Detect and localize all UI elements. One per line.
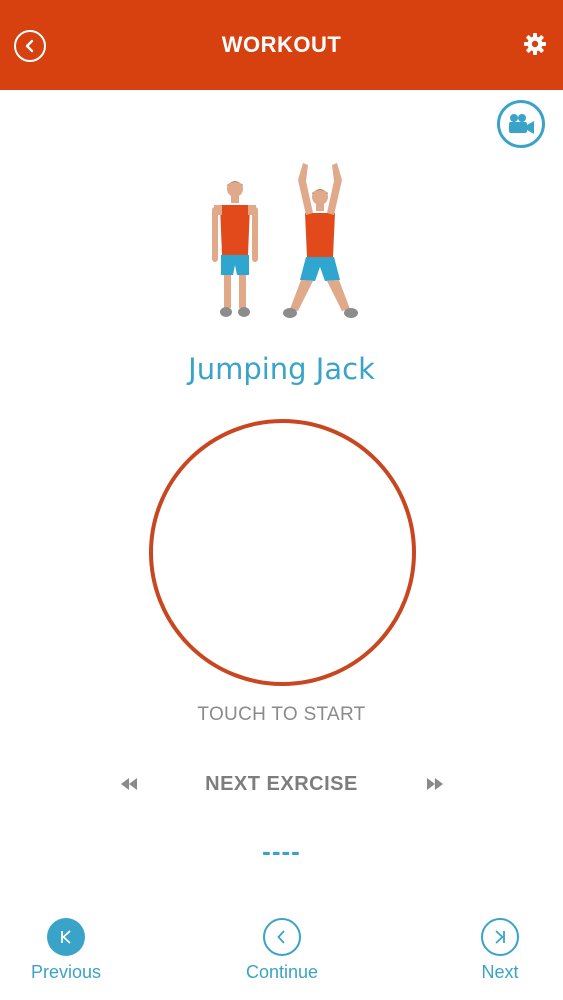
video-button[interactable] xyxy=(497,100,545,148)
exercise-illustration xyxy=(200,155,365,325)
video-camera-icon xyxy=(509,114,534,134)
next-exercise-row: NEXT EXRCISE xyxy=(0,770,563,800)
gear-icon xyxy=(524,33,546,55)
next-exercise-value: ---- xyxy=(262,836,301,866)
next-button[interactable]: Next xyxy=(440,918,560,983)
skip-forward-icon xyxy=(495,930,505,944)
touch-to-start-label: TOUCH TO START xyxy=(197,704,366,725)
exercise-name: Jumping Jack xyxy=(188,352,375,386)
continue-label: Continue xyxy=(245,962,319,982)
settings-button[interactable] xyxy=(523,32,547,56)
next-exercise-title: NEXT EXRCISE xyxy=(205,773,358,795)
fast-forward-button[interactable] xyxy=(426,776,444,792)
nav-icon-continue xyxy=(263,918,301,956)
start-circle-button[interactable] xyxy=(149,419,416,686)
skip-back-icon xyxy=(61,930,71,944)
page-title: WORKOUT xyxy=(221,32,342,57)
previous-button[interactable]: Previous xyxy=(6,918,126,983)
nav-icon-next xyxy=(481,918,519,956)
chevron-left-icon xyxy=(277,930,285,944)
continue-button[interactable]: Continue xyxy=(222,918,342,983)
bottom-navigation: Previous Continue Next xyxy=(0,918,563,988)
jumping-jack-figures xyxy=(212,163,358,318)
fast-forward-icon xyxy=(427,778,443,790)
back-button[interactable] xyxy=(14,30,46,62)
previous-label: Previous xyxy=(30,962,102,982)
next-label: Next xyxy=(481,962,519,982)
chevron-left-icon xyxy=(25,39,34,53)
nav-icon-previous xyxy=(47,918,85,956)
top-bar: WORKOUT xyxy=(0,0,563,90)
